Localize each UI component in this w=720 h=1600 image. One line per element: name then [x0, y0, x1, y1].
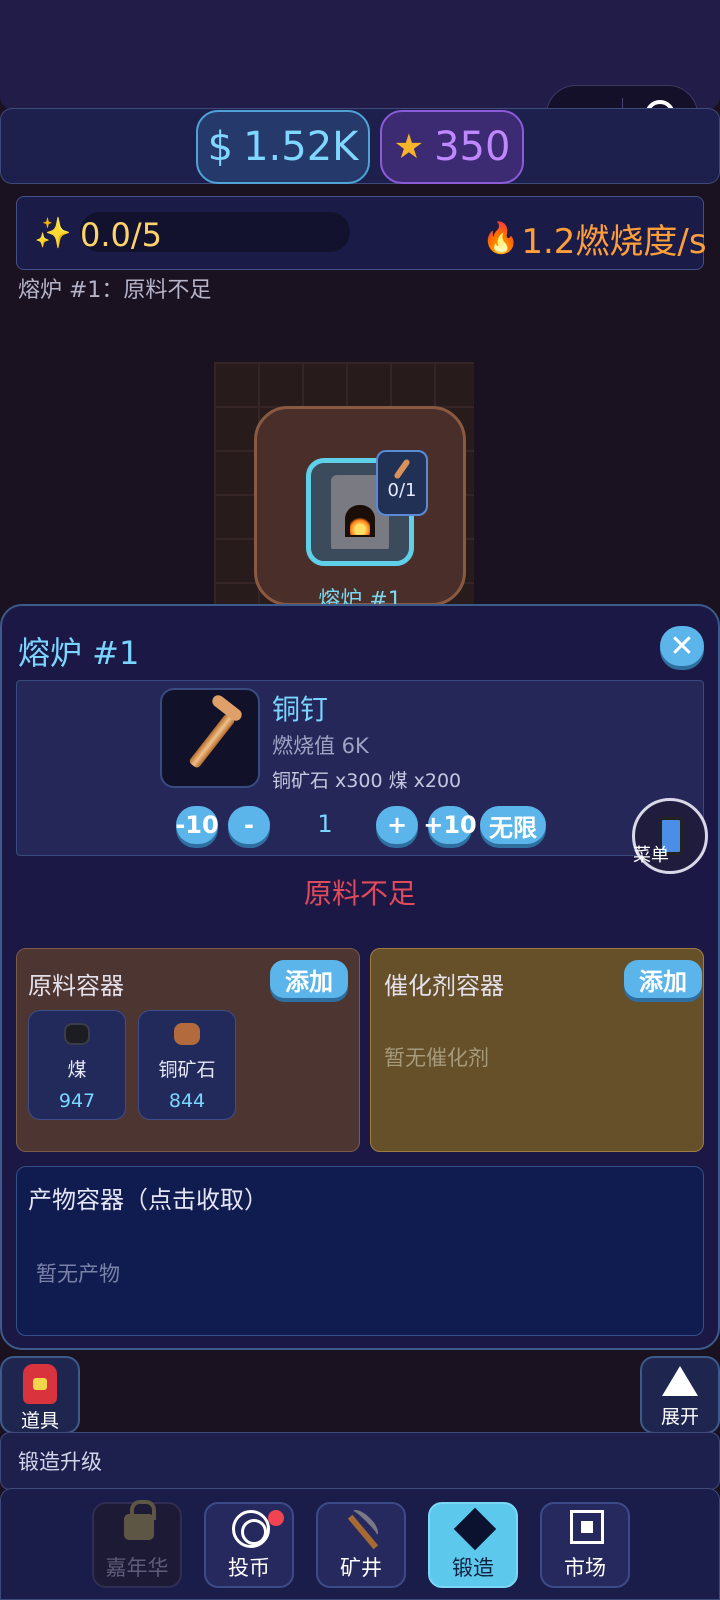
- triangle-up-icon: [662, 1366, 698, 1396]
- money-value: 1.52K: [243, 124, 359, 170]
- sparkle-icon: ✨: [34, 216, 72, 251]
- market-icon: [570, 1510, 604, 1544]
- forge-upgrade-label: 锻造升级: [18, 1450, 102, 1474]
- recipe-name: 铜钉: [272, 693, 329, 726]
- copper-nail-icon[interactable]: [160, 688, 260, 788]
- raw-container-title: 原料容器: [28, 972, 124, 1000]
- minus-button[interactable]: -: [228, 806, 270, 844]
- nav-mine[interactable]: 矿井: [316, 1502, 406, 1588]
- items-button[interactable]: 道具: [0, 1356, 80, 1434]
- items-label: 道具: [20, 1410, 59, 1432]
- minus-10-button[interactable]: -10: [175, 806, 219, 844]
- progress-value: 0.0/5: [80, 216, 163, 254]
- furnace-output-slot[interactable]: 0/1: [376, 450, 428, 516]
- panel-title: 熔炉 #1: [18, 634, 140, 672]
- nav-market[interactable]: 市场: [540, 1502, 630, 1588]
- money-counter: $ 1.52K: [196, 110, 370, 184]
- nav-forge[interactable]: 锻造: [428, 1502, 518, 1588]
- pickaxe-icon: [346, 1506, 382, 1550]
- coal-icon: [64, 1023, 90, 1045]
- recipe-cost: 铜矿石 x300 煤 x200: [272, 770, 462, 792]
- insufficient-materials-warning: 原料不足: [303, 877, 416, 910]
- nail-icon: [393, 458, 411, 480]
- star-counter: ★ 350: [380, 110, 524, 184]
- recipe-burn-value: 燃烧值 6K: [272, 734, 369, 758]
- close-button[interactable]: ✕: [660, 626, 704, 666]
- expand-label: 展开: [660, 1406, 699, 1428]
- backpack-icon: [23, 1364, 57, 1404]
- catalyst-container-title: 催化剂容器: [384, 972, 504, 1000]
- product-empty-text: 暂无产物: [36, 1262, 120, 1286]
- burn-rate-text: 1.2燃烧度/s: [521, 222, 707, 262]
- star-value: 350: [434, 124, 511, 170]
- dollar-icon: $: [207, 124, 234, 170]
- catalyst-add-button[interactable]: 添加: [624, 960, 702, 998]
- nav-coin[interactable]: 投币: [204, 1502, 294, 1588]
- catalyst-empty-text: 暂无催化剂: [384, 1046, 489, 1070]
- star-icon: ★: [393, 127, 425, 167]
- notification-dot: [268, 1510, 284, 1526]
- floating-menu-button[interactable]: 菜单: [632, 798, 708, 874]
- copper-ore-icon: [174, 1023, 200, 1045]
- raw-add-button[interactable]: 添加: [270, 960, 348, 998]
- furnace-status-text: 熔炉 #1：原料不足: [18, 278, 212, 303]
- plus-10-button[interactable]: +10: [423, 806, 477, 844]
- diamond-icon: [453, 1507, 497, 1551]
- plus-button[interactable]: +: [376, 806, 418, 844]
- output-slot-count: 0/1: [387, 480, 417, 501]
- quantity-value: 1: [317, 810, 333, 838]
- flame-icon: 🔥: [482, 221, 520, 256]
- unlimited-button[interactable]: 无限: [480, 806, 546, 844]
- coin-icon: [232, 1510, 270, 1548]
- lock-icon: [124, 1500, 156, 1540]
- expand-button[interactable]: 展开: [640, 1356, 720, 1434]
- nav-carnival[interactable]: 嘉年华: [92, 1500, 182, 1588]
- burn-rate: 🔥 1.2燃烧度/s: [482, 214, 707, 263]
- menu-label: 菜单: [633, 845, 669, 866]
- forge-upgrade-bar[interactable]: [0, 1432, 720, 1490]
- product-container-title: 产物容器（点击收取）: [28, 1186, 268, 1214]
- material-coal[interactable]: 煤 947: [28, 1010, 126, 1120]
- material-copper-ore[interactable]: 铜矿石 844: [138, 1010, 236, 1120]
